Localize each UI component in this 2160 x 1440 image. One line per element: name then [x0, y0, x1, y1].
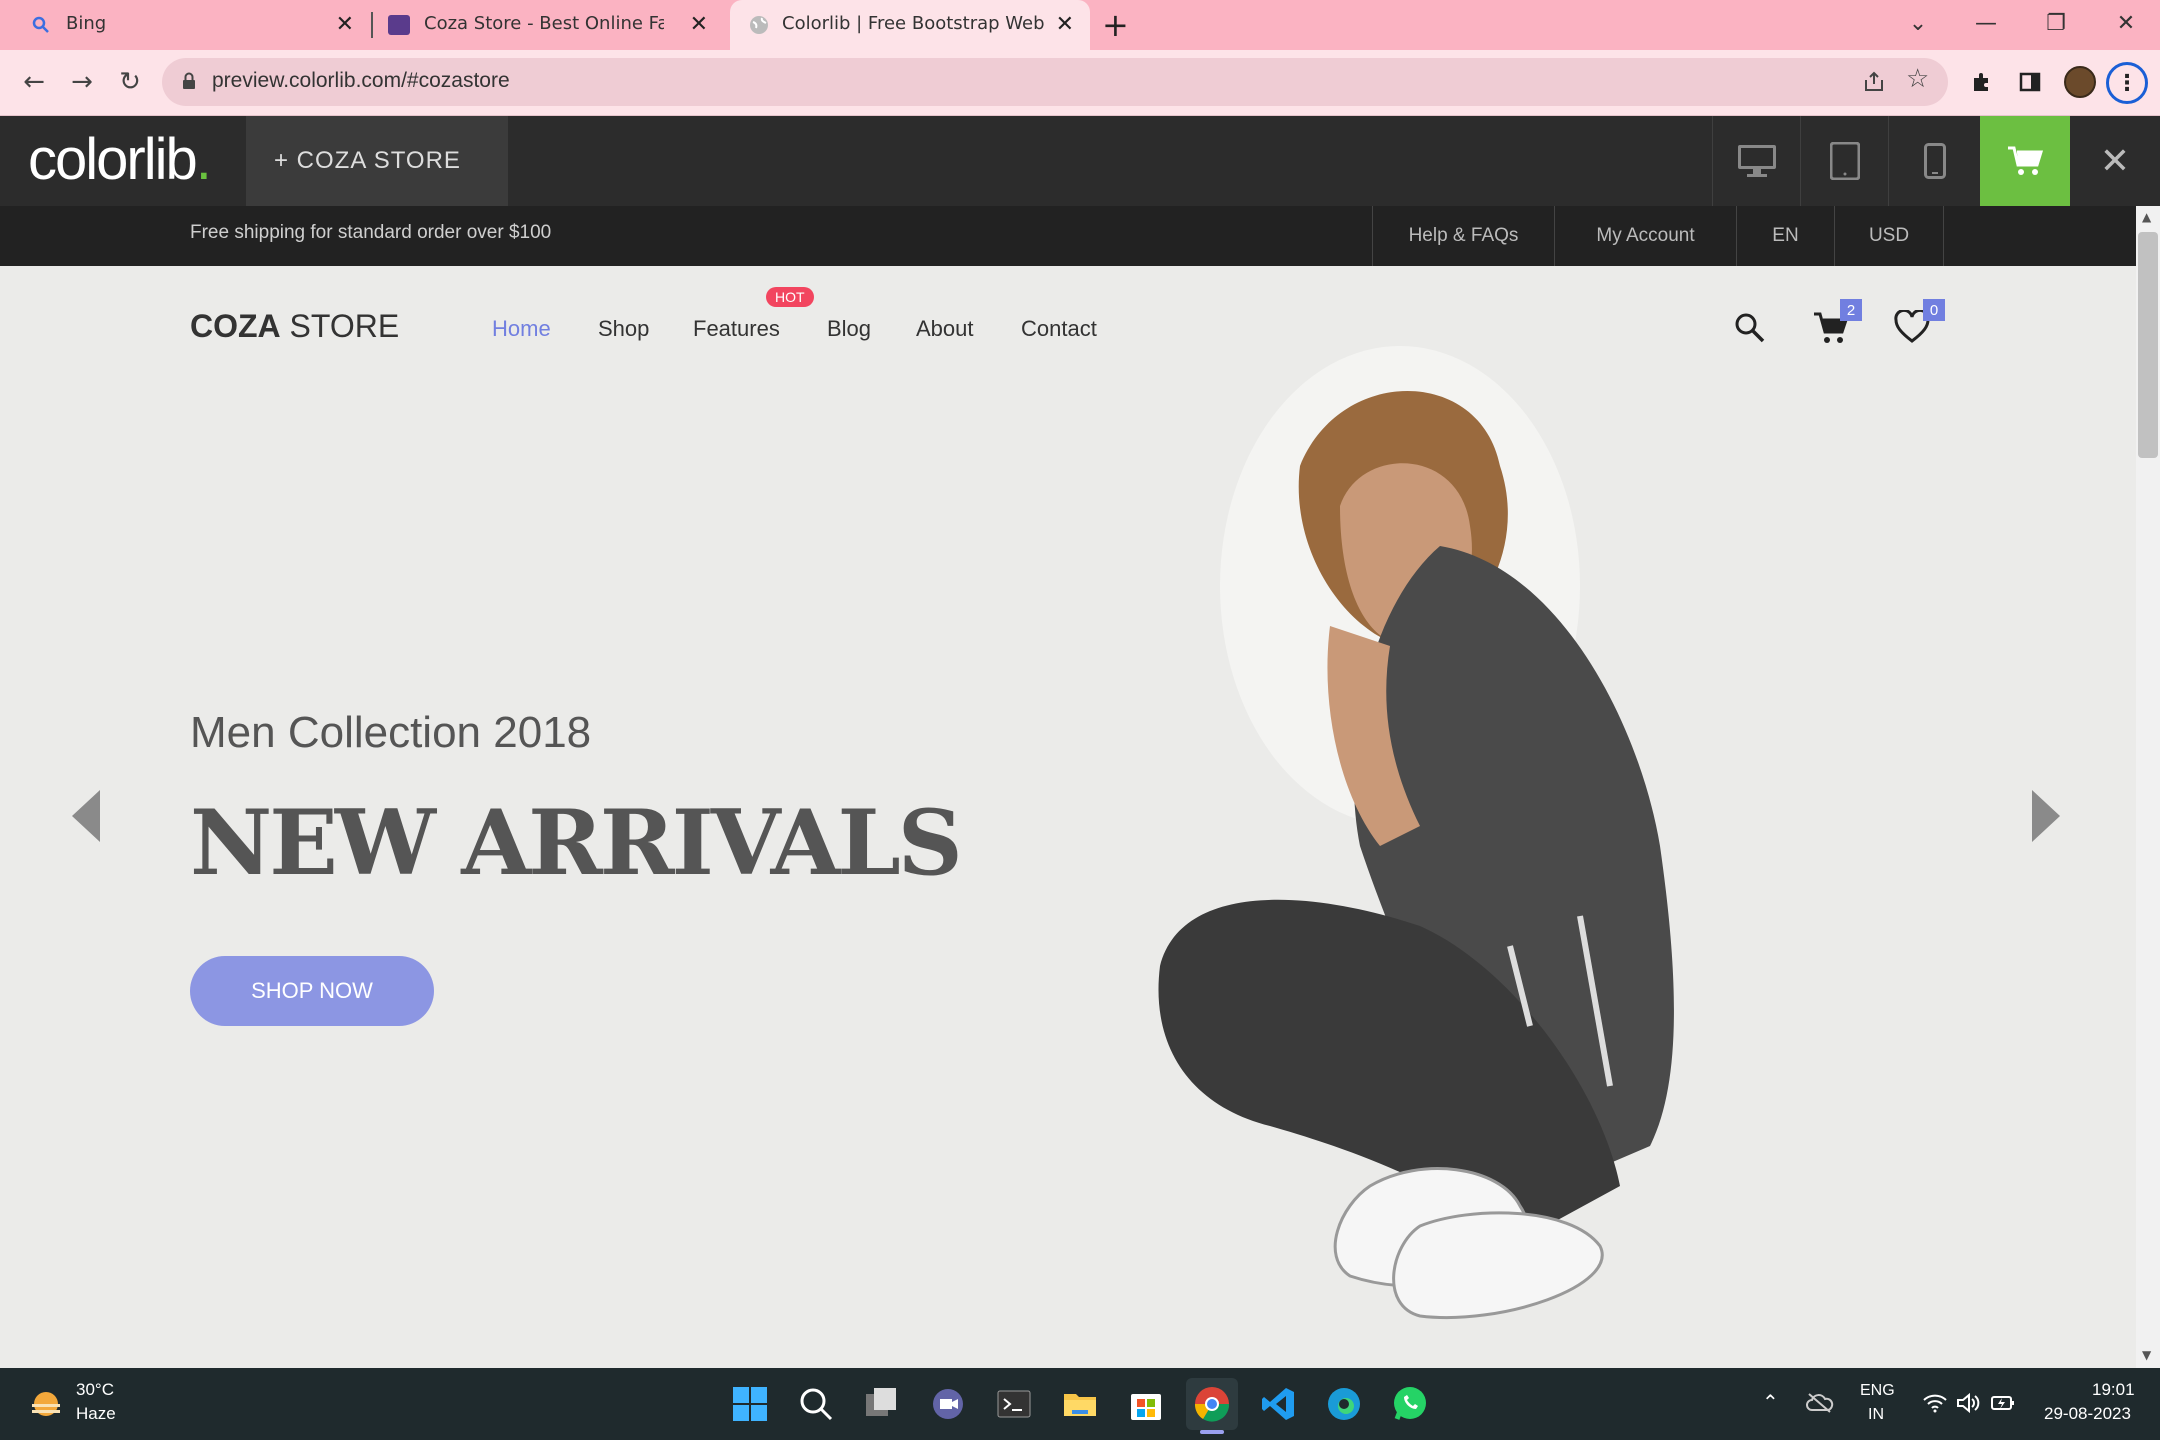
hero-model-image — [1158, 346, 1674, 1320]
language-selector[interactable]: EN — [1736, 206, 1834, 266]
back-arrow-icon[interactable]: ← — [12, 60, 56, 104]
mobile-view-button[interactable] — [1888, 116, 1980, 206]
scrollbar-thumb[interactable] — [2138, 232, 2158, 458]
nav-features[interactable]: Features — [693, 316, 780, 342]
profile-avatar[interactable] — [2064, 66, 2096, 98]
share-icon[interactable] — [1862, 70, 1886, 94]
desktop-view-button[interactable] — [1712, 116, 1800, 206]
chrome-icon[interactable] — [1186, 1378, 1238, 1430]
brand-light: STORE — [280, 308, 400, 344]
search-icon[interactable] — [1734, 312, 1766, 344]
battery-charging-icon[interactable] — [1990, 1392, 2016, 1414]
language-bottom[interactable]: IN — [1868, 1406, 1884, 1424]
tablet-icon — [1829, 142, 1860, 180]
nav-blog[interactable]: Blog — [827, 316, 871, 342]
currency-selector[interactable]: USD — [1834, 206, 1944, 266]
logo-dot: . — [195, 127, 212, 192]
hero-title: NEW ARRIVALS — [190, 790, 963, 896]
cart-count-badge: 2 — [1840, 299, 1862, 321]
weather-sun-icon[interactable] — [26, 1384, 66, 1424]
volume-icon[interactable] — [1956, 1392, 1980, 1414]
shopping-cart-icon — [2008, 146, 2043, 175]
search-icon — [32, 16, 49, 33]
edge-icon[interactable] — [1318, 1378, 1370, 1430]
hot-badge: HOT — [766, 287, 814, 307]
microsoft-store-icon[interactable] — [1120, 1378, 1172, 1430]
task-view-icon[interactable] — [856, 1378, 908, 1430]
teams-chat-icon[interactable] — [922, 1378, 974, 1430]
tab-title: Coza Store - Best Online Fashion — [424, 13, 664, 34]
file-explorer-icon[interactable] — [1054, 1378, 1106, 1430]
slider-next-arrow-icon[interactable] — [2032, 790, 2060, 842]
shop-now-button[interactable]: SHOP NOW — [190, 956, 434, 1026]
bookmark-star-icon[interactable]: ☆ — [1906, 64, 1929, 94]
wishlist-count-badge: 0 — [1923, 299, 1945, 321]
new-tab-button[interactable]: + — [1102, 6, 1129, 44]
coza-store-tab[interactable]: + COZA STORE — [246, 116, 508, 206]
nav-shop[interactable]: Shop — [598, 316, 649, 342]
tab-title: Colorlib | Free Bootstrap Website — [782, 13, 1044, 34]
restore-button[interactable]: ❐ — [2022, 0, 2090, 46]
side-panel-icon[interactable] — [2018, 70, 2042, 94]
coza-store-logo[interactable]: COZA STORE — [190, 308, 399, 345]
tab-search-chevron-icon[interactable]: ⌄ — [1884, 0, 1952, 46]
logo-text: colorlib — [28, 127, 198, 192]
extensions-puzzle-icon[interactable] — [1970, 70, 1994, 94]
scroll-up-arrow-icon[interactable]: ▲ — [2142, 210, 2151, 224]
colorlib-favicon-icon — [388, 15, 410, 35]
close-tab-icon[interactable]: ✕ — [690, 12, 708, 37]
colorlib-logo[interactable]: colorlib. — [28, 126, 212, 193]
shipping-notice: Free shipping for standard order over $1… — [190, 222, 552, 243]
tab-title: Bing — [66, 13, 107, 34]
store-tab-label: + COZA STORE — [274, 147, 461, 174]
forward-arrow-icon[interactable]: → — [60, 60, 104, 104]
buy-now-cart-button[interactable] — [1980, 116, 2070, 206]
browser-menu-icon[interactable]: ⋮ — [2106, 62, 2148, 104]
tab-colorlib-active[interactable]: Colorlib | Free Bootstrap Website ✕ — [730, 0, 1090, 50]
address-bar[interactable]: preview.colorlib.com/#cozastore ☆ — [162, 58, 1948, 106]
start-windows-icon[interactable] — [724, 1378, 776, 1430]
nav-about[interactable]: About — [916, 316, 974, 342]
hero-subtitle: Men Collection 2018 — [190, 708, 592, 757]
close-window-button[interactable]: ✕ — [2092, 0, 2160, 46]
language-top[interactable]: ENG — [1860, 1382, 1895, 1400]
nav-contact[interactable]: Contact — [1021, 316, 1097, 342]
active-app-indicator — [1200, 1430, 1224, 1434]
wifi-icon[interactable] — [1922, 1392, 1948, 1414]
taskbar-search-icon[interactable] — [790, 1378, 842, 1430]
weather-desc: Haze — [76, 1404, 116, 1423]
close-tab-icon[interactable]: ✕ — [1056, 12, 1074, 37]
my-account-link[interactable]: My Account — [1554, 206, 1736, 266]
onedrive-cloud-icon[interactable] — [1806, 1392, 1834, 1414]
slider-prev-arrow-icon[interactable] — [72, 790, 100, 842]
tab-divider — [371, 12, 373, 38]
clock-time[interactable]: 19:01 — [2092, 1380, 2135, 1400]
whatsapp-icon[interactable] — [1384, 1378, 1436, 1430]
show-hidden-icons-chevron-icon[interactable]: ⌃ — [1762, 1390, 1779, 1415]
weather-temp: 30°C — [76, 1380, 114, 1399]
close-tab-icon[interactable]: ✕ — [336, 12, 354, 37]
globe-icon — [750, 16, 768, 34]
tablet-view-button[interactable] — [1800, 116, 1888, 206]
url-text: preview.colorlib.com/#cozastore — [212, 69, 510, 92]
clock-date[interactable]: 29-08-2023 — [2044, 1404, 2131, 1424]
phone-icon — [1923, 143, 1946, 179]
reload-icon[interactable]: ↻ — [108, 60, 152, 104]
tab-bing[interactable]: Bing ✕ — [0, 0, 370, 50]
help-faqs-link[interactable]: Help & FAQs — [1372, 206, 1554, 266]
brand-bold: COZA — [190, 308, 281, 344]
vscode-icon[interactable] — [1252, 1378, 1304, 1430]
terminal-icon[interactable] — [988, 1378, 1040, 1430]
minimize-button[interactable]: — — [1952, 0, 2020, 46]
tab-coza-store[interactable]: Coza Store - Best Online Fashion ✕ — [374, 0, 724, 50]
scroll-down-arrow-icon[interactable]: ▼ — [2142, 1348, 2151, 1362]
close-preview-icon[interactable]: ✕ — [2070, 116, 2160, 206]
monitor-icon — [1737, 145, 1776, 177]
nav-home[interactable]: Home — [492, 316, 551, 342]
lock-icon — [183, 72, 195, 89]
